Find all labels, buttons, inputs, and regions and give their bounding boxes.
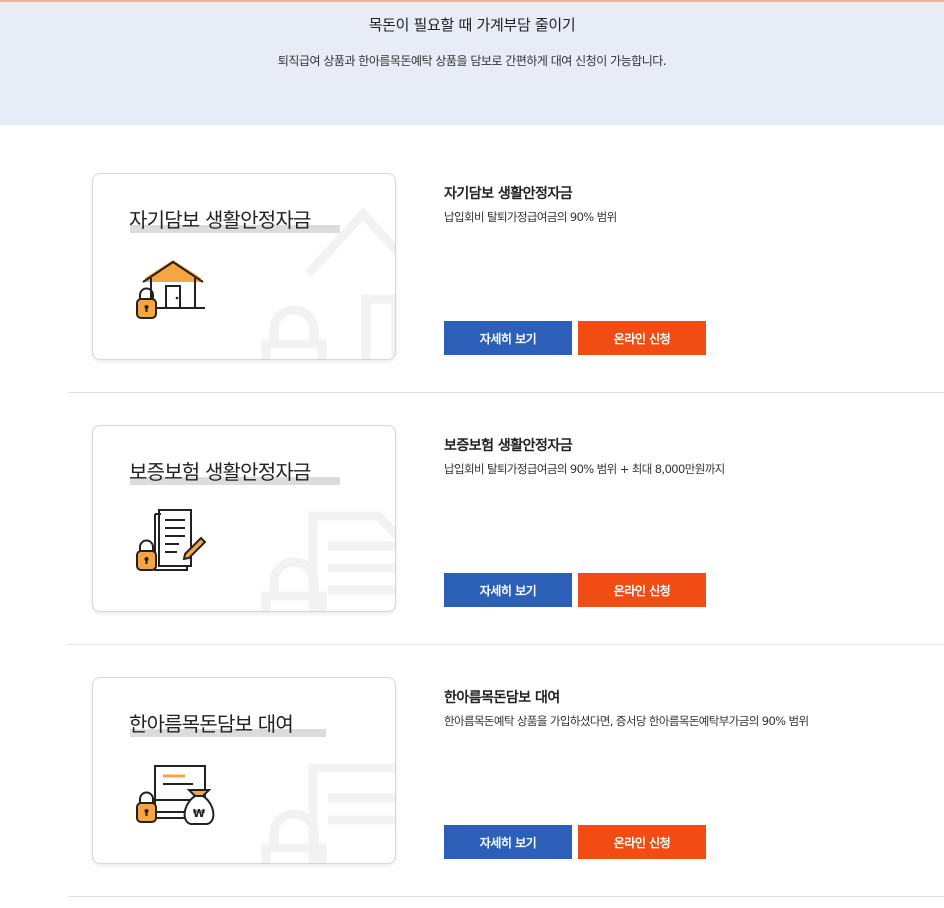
online-apply-button[interactable]: 온라인 신청 [578,825,706,859]
section-divider [68,896,944,897]
certificate-money-lock-icon: ₩ [136,765,215,825]
online-apply-button[interactable]: 온라인 신청 [578,321,706,355]
product-card: 보증보험 생활안정자금 [92,425,396,612]
online-apply-button[interactable]: 온라인 신청 [578,573,706,607]
intro-banner: 목돈이 필요할 때 가계부담 줄이기 퇴직급여 상품과 한아름목돈예탁 상품을 … [0,2,944,125]
product-hanareum-deposit: 한아름목돈담보 대여 ₩ 한아름목돈담보 대여 한아름목돈예탁 상품을 가입하셨… [0,629,944,897]
view-details-button[interactable]: 자세히 보기 [444,573,572,607]
product-card: 한아름목돈담보 대여 ₩ [92,677,396,864]
product-title: 보증보험 생활안정자금 [444,438,573,454]
svg-text:₩: ₩ [193,807,205,820]
banner-subtitle: 퇴직급여 상품과 한아름목돈예탁 상품을 담보로 간편하게 대여 신청이 가능합… [277,54,667,68]
product-card: 자기담보 생활안정자금 [92,173,396,360]
banner-title: 목돈이 필요할 때 가계부담 줄이기 [368,16,576,34]
document-lock-icon [136,509,207,571]
card-title: 자기담보 생활안정자금 [129,208,311,232]
card-title: 보증보험 생활안정자금 [129,460,311,484]
house-lock-icon [136,260,205,319]
product-description: 납입회비 탈퇴가정급여금의 90% 범위 + 최대 8,000만원까지 [444,462,725,476]
view-details-button[interactable]: 자세히 보기 [444,825,572,859]
product-guarantee-insurance: 보증보험 생활안정자금 보증보험 생활안정자금 납입회비 탈퇴가정급여금의 90… [0,377,944,645]
product-title: 자기담보 생활안정자금 [444,186,573,202]
product-title: 한아름목돈담보 대여 [444,690,560,706]
product-self-collateral: 자기담보 생활안정자금 자기담보 생활안정자금 납입회비 탈퇴가정급여금의 90… [0,125,944,393]
product-description: 납입회비 탈퇴가정급여금의 90% 범위 [444,210,617,224]
card-title: 한아름목돈담보 대여 [129,712,294,736]
product-description: 한아름목돈예탁 상품을 가입하셨다면, 증서당 한아름목돈예탁부가금의 90% … [444,714,809,728]
view-details-button[interactable]: 자세히 보기 [444,321,572,355]
